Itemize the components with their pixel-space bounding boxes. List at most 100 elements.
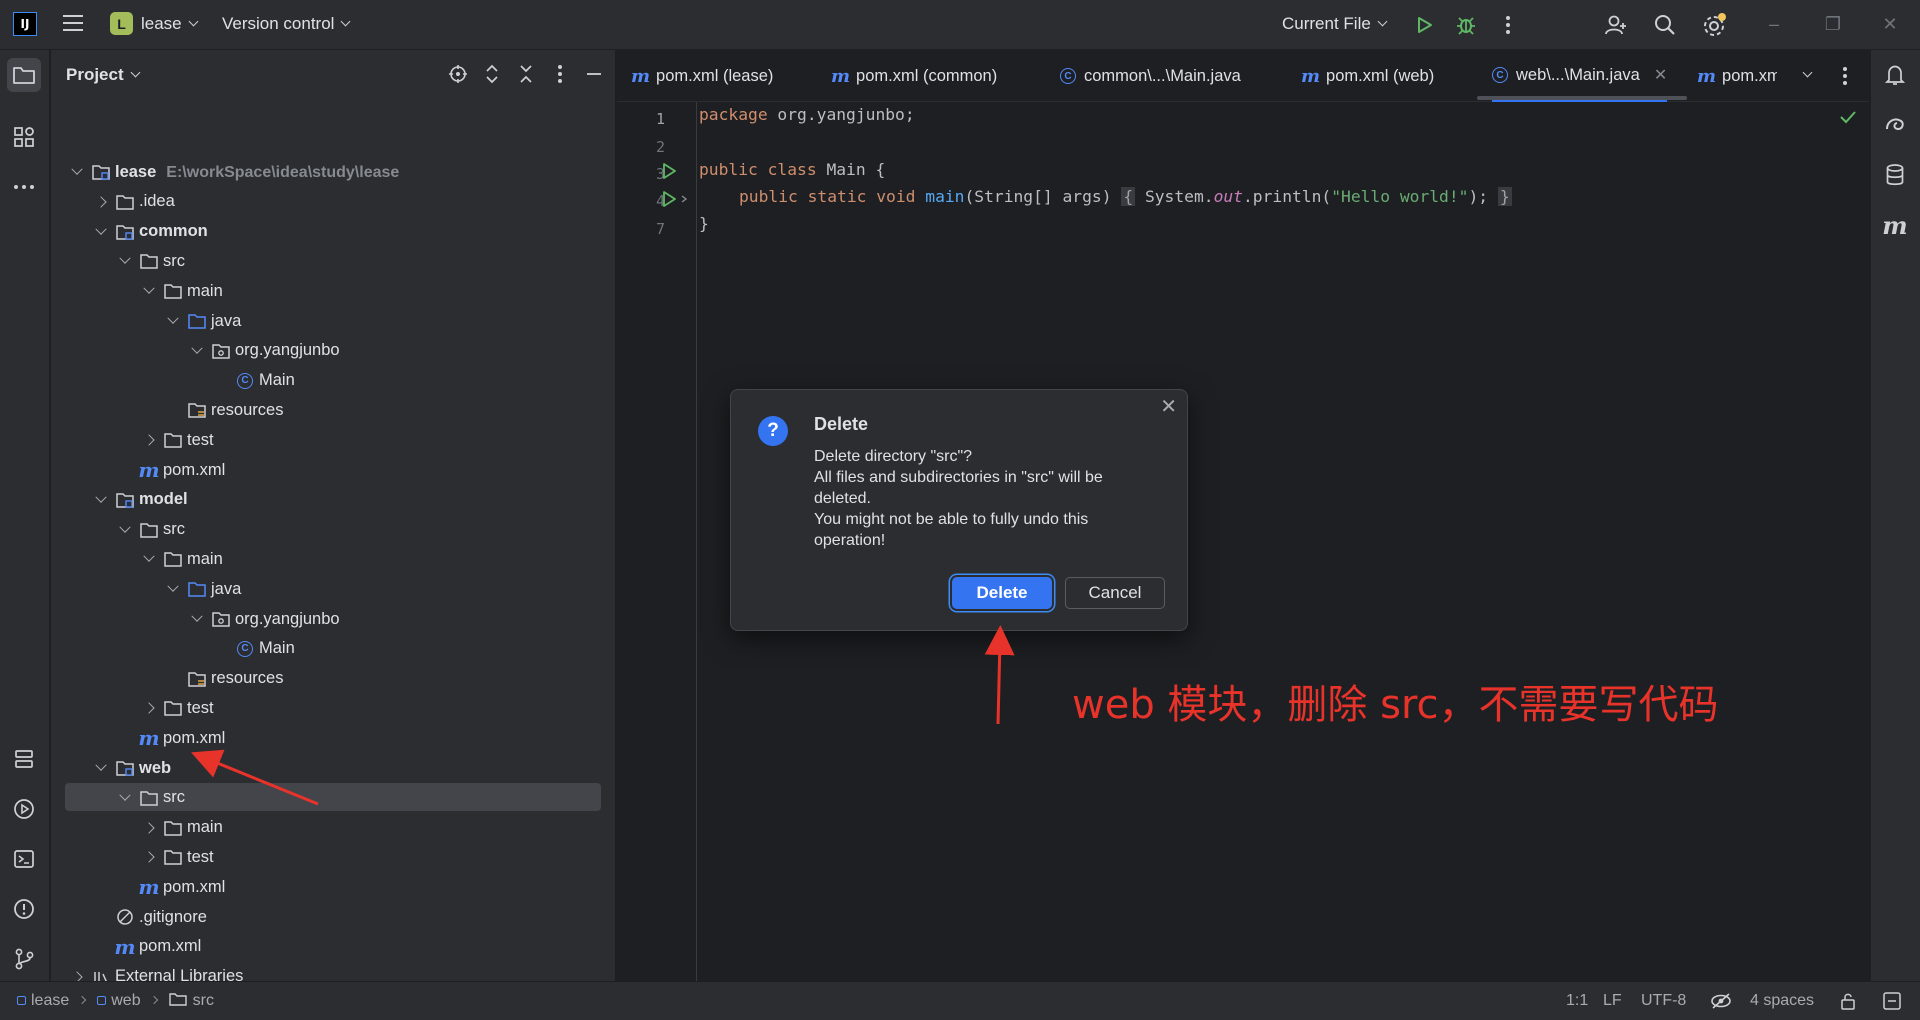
vcs-menu[interactable]: Version control: [222, 14, 351, 34]
debug-icon[interactable]: [1452, 11, 1480, 39]
hide-panel-icon[interactable]: [583, 63, 605, 85]
close-window-button[interactable]: ✕: [1880, 14, 1900, 34]
problems-tool-icon[interactable]: [7, 892, 41, 926]
settings-gear-icon[interactable]: [1700, 11, 1728, 39]
code-line-3[interactable]: public class Main {: [699, 157, 885, 183]
project-panel-header[interactable]: Project: [66, 65, 141, 85]
run-main-gutter-icon[interactable]: [660, 190, 690, 213]
tree-row-java[interactable]: java: [51, 574, 615, 604]
database-icon[interactable]: [1878, 158, 1912, 192]
code-line-7[interactable]: }: [699, 211, 709, 237]
breadcrumb-item-web[interactable]: web: [97, 992, 141, 1009]
main-menu-icon[interactable]: [63, 15, 83, 33]
tabs-dropdown-icon[interactable]: [1802, 50, 1813, 102]
delete-button[interactable]: Delete: [952, 577, 1052, 609]
tree-row-gitignore[interactable]: .gitignore: [51, 902, 615, 932]
panel-options-icon[interactable]: [549, 63, 571, 85]
editor-options-icon[interactable]: [1842, 50, 1848, 102]
tab-pom-common[interactable]: m pom.xml (common): [831, 50, 997, 102]
tab-scrollbar[interactable]: [1477, 96, 1687, 100]
services-tool-icon[interactable]: [7, 742, 41, 776]
line-separator[interactable]: LF: [1603, 992, 1622, 1010]
chevron-right-icon[interactable]: [143, 434, 155, 446]
project-tool-icon[interactable]: [7, 58, 41, 92]
chevron-down-icon[interactable]: [167, 315, 179, 327]
tree-row-pom-xml[interactable]: m pom.xml: [51, 872, 615, 902]
run-tool-icon[interactable]: [7, 792, 41, 826]
close-icon[interactable]: ✕: [1160, 394, 1177, 419]
tree-row-test[interactable]: test: [51, 693, 615, 723]
chevron-down-icon[interactable]: [71, 166, 83, 178]
breadcrumb-item-lease[interactable]: lease: [17, 992, 69, 1009]
cancel-button[interactable]: Cancel: [1065, 577, 1165, 609]
no-problems-check-icon[interactable]: [1839, 110, 1857, 129]
chevron-down-icon[interactable]: [119, 524, 131, 536]
tree-row-pom-xml[interactable]: m pom.xml: [51, 723, 615, 753]
tree-row-org-yangjunbo[interactable]: org.yangjunbo: [51, 604, 615, 634]
memory-indicator-icon[interactable]: [1883, 992, 1901, 1015]
more-actions-icon[interactable]: [1494, 11, 1522, 39]
code-line-4[interactable]: public static void main(String[] args) {…: [739, 184, 1512, 210]
tree-row-model[interactable]: model: [51, 485, 615, 515]
maven-tool-icon[interactable]: m: [1878, 208, 1912, 242]
tree-row-main[interactable]: main: [51, 813, 615, 843]
tree-row-main[interactable]: main: [51, 544, 615, 574]
tree-row-src[interactable]: src: [51, 246, 615, 276]
tree-row-src[interactable]: src: [51, 515, 615, 545]
ai-assistant-icon[interactable]: [1878, 108, 1912, 142]
chevron-down-icon[interactable]: [95, 494, 107, 506]
chevron-right-icon[interactable]: [143, 822, 155, 834]
code-line-1[interactable]: package org.yangjunbo;: [699, 102, 915, 128]
tree-row-common[interactable]: common: [51, 217, 615, 247]
git-tool-icon[interactable]: [7, 942, 41, 976]
chevron-right-icon[interactable]: [95, 196, 107, 208]
chevron-down-icon[interactable]: [95, 226, 107, 238]
tab-pom[interactable]: m pom.xml: [1697, 50, 1777, 102]
tree-row-external-libraries[interactable]: External Libraries: [51, 962, 615, 981]
tree-row-web[interactable]: web: [51, 753, 615, 783]
notifications-icon[interactable]: [1878, 58, 1912, 92]
close-tab-icon[interactable]: ✕: [1654, 65, 1667, 85]
chevron-down-icon[interactable]: [191, 613, 203, 625]
search-icon[interactable]: [1651, 11, 1679, 39]
tree-row-pom-xml[interactable]: m pom.xml: [51, 455, 615, 485]
structure-tool-icon[interactable]: [7, 120, 41, 154]
chevron-down-icon[interactable]: [167, 583, 179, 595]
tree-row-lease[interactable]: lease E:\workSpace\idea\study\lease: [51, 157, 615, 187]
tab-web-main[interactable]: Cweb\...\Main.java ✕: [1492, 50, 1668, 102]
tree-row-resources[interactable]: resources: [51, 395, 615, 425]
tree-row-pom-xml[interactable]: m pom.xml: [51, 932, 615, 962]
select-opened-file-icon[interactable]: [447, 63, 469, 85]
chevron-down-icon[interactable]: [143, 285, 155, 297]
tab-pom-web[interactable]: m pom.xml (web): [1301, 50, 1434, 102]
tree-row-org-yangjunbo[interactable]: org.yangjunbo: [51, 336, 615, 366]
terminal-tool-icon[interactable]: [7, 842, 41, 876]
expand-all-icon[interactable]: [481, 63, 503, 85]
chevron-down-icon[interactable]: [119, 255, 131, 267]
chevron-right-icon[interactable]: [71, 971, 83, 981]
chevron-down-icon[interactable]: [119, 792, 131, 804]
tree-row-test[interactable]: test: [51, 842, 615, 872]
tree-row-idea[interactable]: .idea: [51, 187, 615, 217]
chevron-right-icon[interactable]: [143, 702, 155, 714]
chevron-down-icon[interactable]: [95, 762, 107, 774]
tree-row-src[interactable]: src: [51, 782, 615, 813]
inspection-eye-icon[interactable]: [1710, 992, 1732, 1015]
tab-pom-lease[interactable]: m pom.xml (lease): [631, 50, 773, 102]
code-with-me-icon[interactable]: [1602, 11, 1630, 39]
collapse-all-icon[interactable]: [515, 63, 537, 85]
run-icon[interactable]: [1410, 11, 1438, 39]
file-encoding[interactable]: UTF-8: [1641, 992, 1686, 1010]
chevron-down-icon[interactable]: [191, 345, 203, 357]
tree-row-java[interactable]: java: [51, 306, 615, 336]
run-class-gutter-icon[interactable]: [660, 162, 678, 185]
read-only-lock-icon[interactable]: [1840, 992, 1856, 1015]
tree-row-test[interactable]: test: [51, 425, 615, 455]
minimize-window-button[interactable]: –: [1764, 14, 1784, 34]
tree-row-main[interactable]: C Main: [51, 366, 615, 396]
caret-position[interactable]: 1:1: [1566, 992, 1588, 1010]
more-tools-icon[interactable]: [7, 170, 41, 204]
tree-row-main[interactable]: C Main: [51, 634, 615, 664]
project-switcher[interactable]: lease: [141, 14, 199, 34]
restore-window-button[interactable]: ❐: [1823, 14, 1843, 34]
